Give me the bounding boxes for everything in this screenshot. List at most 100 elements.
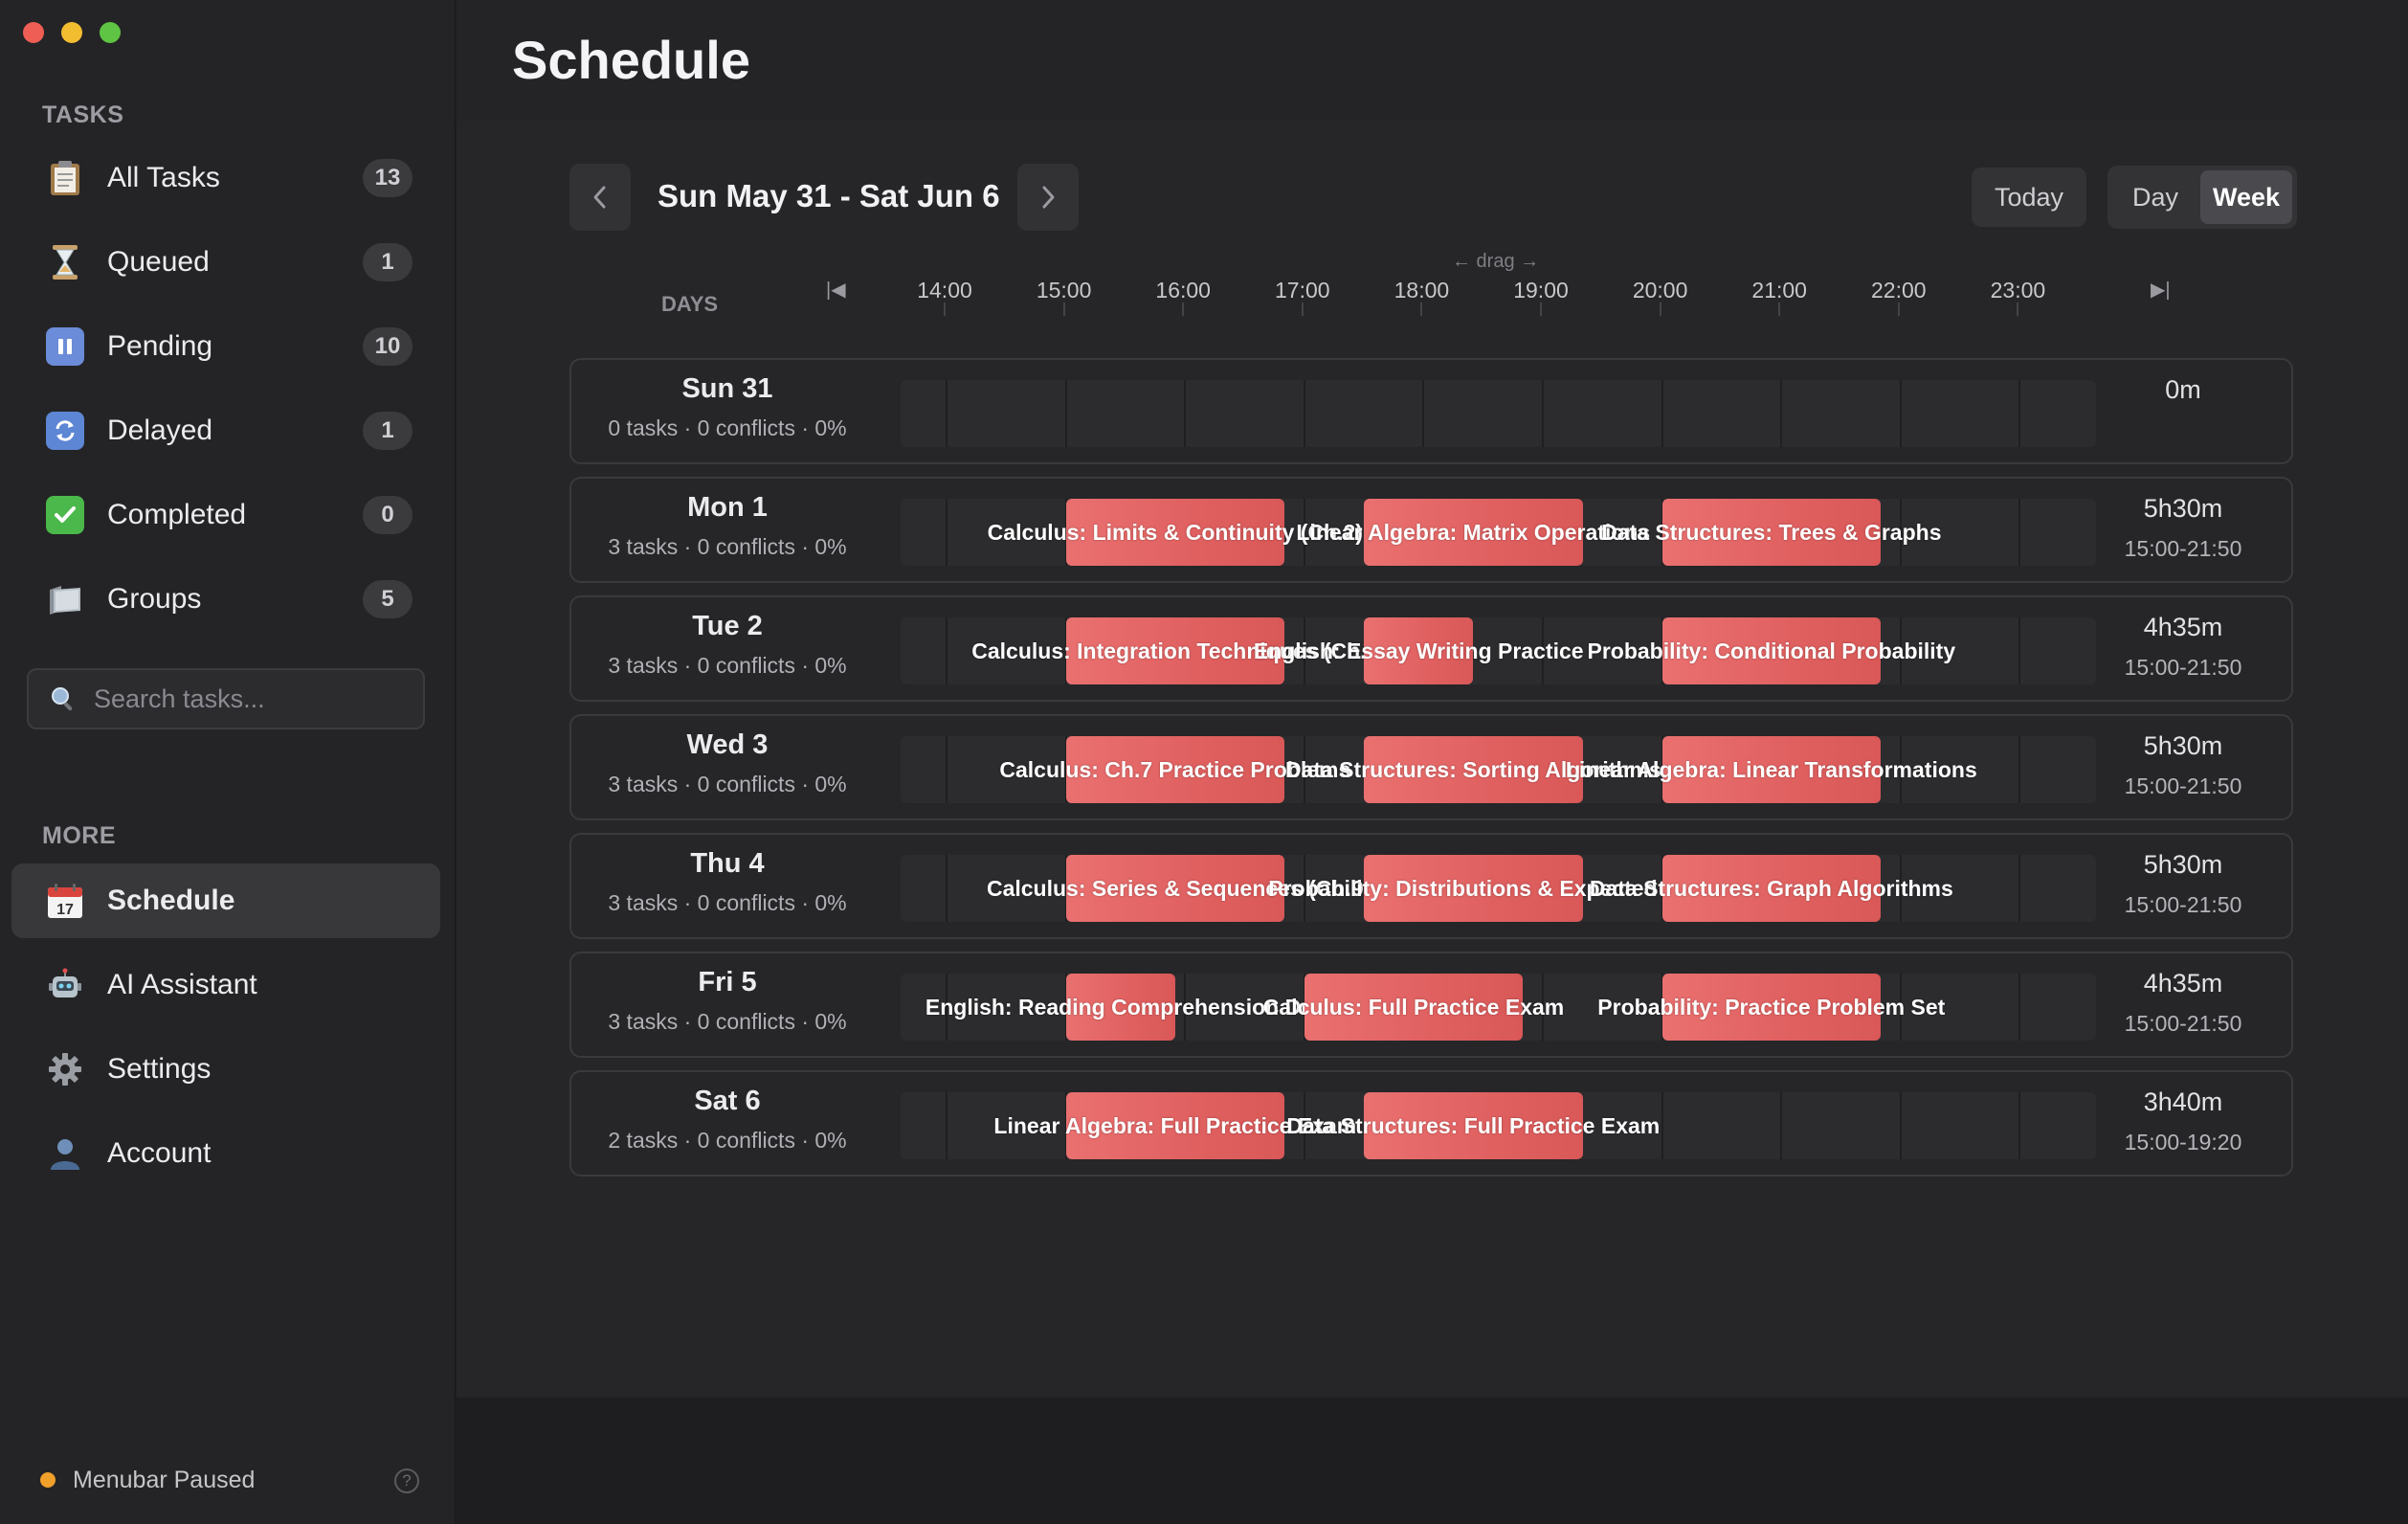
count-badge: 1 bbox=[363, 243, 412, 281]
hour-gridline bbox=[2018, 855, 2021, 922]
count-badge: 0 bbox=[363, 496, 412, 534]
status-text: Menubar Paused bbox=[73, 1466, 256, 1493]
day-summary: 3 tasks · 0 conflicts · 0% bbox=[608, 534, 847, 559]
task-block-label: English: Essay Writing Practice bbox=[1253, 639, 1584, 663]
hourglass-icon bbox=[46, 243, 84, 281]
today-button[interactable]: Today bbox=[1972, 168, 2086, 227]
task-block-label: Linear Algebra: Matrix Operations bbox=[1296, 520, 1651, 545]
day-timeline-track[interactable]: Calculus: Limits & Continuity (Ch.2) Line… bbox=[901, 499, 2096, 566]
minimize-window-button[interactable] bbox=[61, 22, 82, 43]
sidebar-item-label: Schedule bbox=[107, 885, 235, 916]
sidebar-item-ai-assistant[interactable]: AI Assistant bbox=[11, 948, 440, 1022]
day-summary: 3 tasks · 0 conflicts · 0% bbox=[608, 890, 847, 915]
sidebar-item-schedule[interactable]: 17 Schedule bbox=[11, 863, 440, 938]
sidebar-item-account[interactable]: Account bbox=[11, 1116, 440, 1191]
main-content: Schedule Sun May 31 - Sat Jun 6 Today Da… bbox=[457, 0, 2408, 1524]
hour-gridline bbox=[2018, 1092, 2021, 1159]
search-field[interactable] bbox=[27, 668, 425, 729]
hour-label: 23:00 bbox=[1990, 278, 2046, 303]
day-name: Sun 31 bbox=[681, 373, 773, 404]
sidebar-item-label: Pending bbox=[107, 330, 213, 362]
sidebar-item-label: All Tasks bbox=[107, 162, 220, 193]
day-view-button[interactable]: Day bbox=[2112, 170, 2198, 224]
day-row[interactable]: Mon 1 3 tasks · 0 conflicts · 0% Calculus:… bbox=[569, 477, 2293, 583]
sidebar-item-pending[interactable]: Pending 10 bbox=[11, 309, 440, 384]
sidebar-item-delayed[interactable]: Delayed 1 bbox=[11, 393, 440, 468]
previous-week-button[interactable] bbox=[569, 164, 631, 231]
hour-tick bbox=[1659, 303, 1661, 316]
sidebar-item-completed[interactable]: Completed 0 bbox=[11, 478, 440, 552]
day-name: Fri 5 bbox=[698, 967, 757, 997]
day-total-duration: 0m bbox=[2165, 375, 2201, 404]
next-week-button[interactable] bbox=[1017, 164, 1079, 231]
day-time-range: 15:00-21:50 bbox=[2124, 655, 2242, 680]
hour-gridline bbox=[946, 1092, 948, 1159]
count-badge: 13 bbox=[363, 159, 412, 197]
svg-text:17: 17 bbox=[56, 902, 74, 918]
refresh-icon bbox=[46, 412, 84, 450]
day-timeline-track[interactable]: Calculus: Ch.7 Practice Problems Data Str… bbox=[901, 736, 2096, 803]
hour-tick bbox=[2017, 303, 2019, 316]
day-total-duration: 5h30m bbox=[2143, 494, 2223, 523]
day-row[interactable]: Thu 4 3 tasks · 0 conflicts · 0% Calculus:… bbox=[569, 833, 2293, 939]
search-input[interactable] bbox=[94, 670, 410, 728]
day-timeline-track[interactable]: Calculus: Series & Sequences (Ch.9 Probab… bbox=[901, 855, 2096, 922]
day-total-duration: 4h35m bbox=[2143, 613, 2223, 641]
task-block-label: English: Reading Comprehension Dri bbox=[925, 995, 1316, 1020]
hour-gridline bbox=[1661, 1092, 1663, 1159]
menubar-status: Menubar Paused bbox=[40, 1463, 423, 1497]
app-window: TASKS All Tasks 13 Queued 1 Pending 10 D… bbox=[0, 0, 2408, 1524]
day-timeline-track[interactable]: English: Reading Comprehension Dri Calcul… bbox=[901, 974, 2096, 1041]
sidebar-item-label: Account bbox=[107, 1137, 212, 1169]
hour-gridline bbox=[1422, 380, 1425, 447]
sidebar-item-settings[interactable]: Settings bbox=[11, 1032, 440, 1107]
task-block-label: Calculus: Full Practice Exam bbox=[1262, 995, 1565, 1020]
day-timeline-track[interactable]: Linear Algebra: Full Practice Exam Data S… bbox=[901, 1092, 2096, 1159]
close-window-button[interactable] bbox=[23, 22, 44, 43]
search-icon bbox=[50, 685, 77, 712]
jump-to-start-button[interactable]: |◀ bbox=[826, 278, 846, 302]
day-timeline-track[interactable]: Calculus: Integration Techniques (Ch.5 En… bbox=[901, 617, 2096, 684]
day-timeline-track[interactable] bbox=[901, 380, 2096, 447]
day-row[interactable]: Sat 6 2 tasks · 0 conflicts · 0% Linear Al… bbox=[569, 1070, 2293, 1177]
day-time-range: 15:00-21:50 bbox=[2124, 773, 2242, 798]
hour-tick bbox=[1301, 303, 1304, 316]
day-row[interactable]: Wed 3 3 tasks · 0 conflicts · 0% Calculus:… bbox=[569, 714, 2293, 820]
help-icon[interactable]: ? bbox=[394, 1468, 419, 1493]
task-block-label: Data Structures: Trees & Graphs bbox=[1601, 520, 1942, 545]
hour-gridline bbox=[2018, 736, 2021, 803]
week-view-button[interactable]: Week bbox=[2200, 170, 2292, 224]
header-bar: Schedule bbox=[457, 0, 2408, 121]
sidebar-item-queued[interactable]: Queued 1 bbox=[11, 225, 440, 300]
task-block-label: Probability: Conditional Probability bbox=[1587, 639, 1956, 663]
hour-gridline bbox=[1184, 380, 1187, 447]
zoom-window-button[interactable] bbox=[100, 22, 121, 43]
jump-to-end-button[interactable]: ▶| bbox=[2151, 278, 2171, 302]
hour-gridline bbox=[1661, 380, 1663, 447]
day-name: Wed 3 bbox=[686, 729, 769, 760]
hour-label: 21:00 bbox=[1751, 278, 1807, 303]
day-row[interactable]: Fri 5 3 tasks · 0 conflicts · 0% English: … bbox=[569, 952, 2293, 1058]
sidebar-item-groups[interactable]: Groups 5 bbox=[11, 562, 440, 637]
hour-label: 15:00 bbox=[1036, 278, 1092, 303]
hour-gridline bbox=[946, 617, 948, 684]
count-badge: 10 bbox=[363, 327, 412, 366]
day-summary: 2 tasks · 0 conflicts · 0% bbox=[608, 1128, 847, 1153]
sidebar-item-label: Settings bbox=[107, 1053, 212, 1085]
hour-gridline bbox=[946, 380, 948, 447]
count-badge: 5 bbox=[363, 580, 412, 618]
day-total-duration: 4h35m bbox=[2143, 969, 2223, 997]
view-mode-segmented-control: Day Week bbox=[2107, 166, 2297, 229]
hour-gridline bbox=[2018, 380, 2021, 447]
sidebar-item-all-tasks[interactable]: All Tasks 13 bbox=[11, 141, 440, 215]
checkmark-icon bbox=[46, 496, 84, 534]
day-summary: 3 tasks · 0 conflicts · 0% bbox=[608, 1009, 847, 1034]
sidebar-item-label: Completed bbox=[107, 499, 247, 530]
day-name: Mon 1 bbox=[687, 492, 768, 523]
person-icon bbox=[46, 1134, 84, 1173]
day-row[interactable]: Sun 31 0 tasks · 0 conflicts · 0% 0m bbox=[569, 358, 2293, 464]
day-time-range: 15:00-21:50 bbox=[2124, 536, 2242, 561]
chevron-left-icon bbox=[593, 186, 606, 209]
day-row[interactable]: Tue 2 3 tasks · 0 conflicts · 0% Calculus:… bbox=[569, 595, 2293, 702]
day-name: Sat 6 bbox=[694, 1086, 761, 1116]
